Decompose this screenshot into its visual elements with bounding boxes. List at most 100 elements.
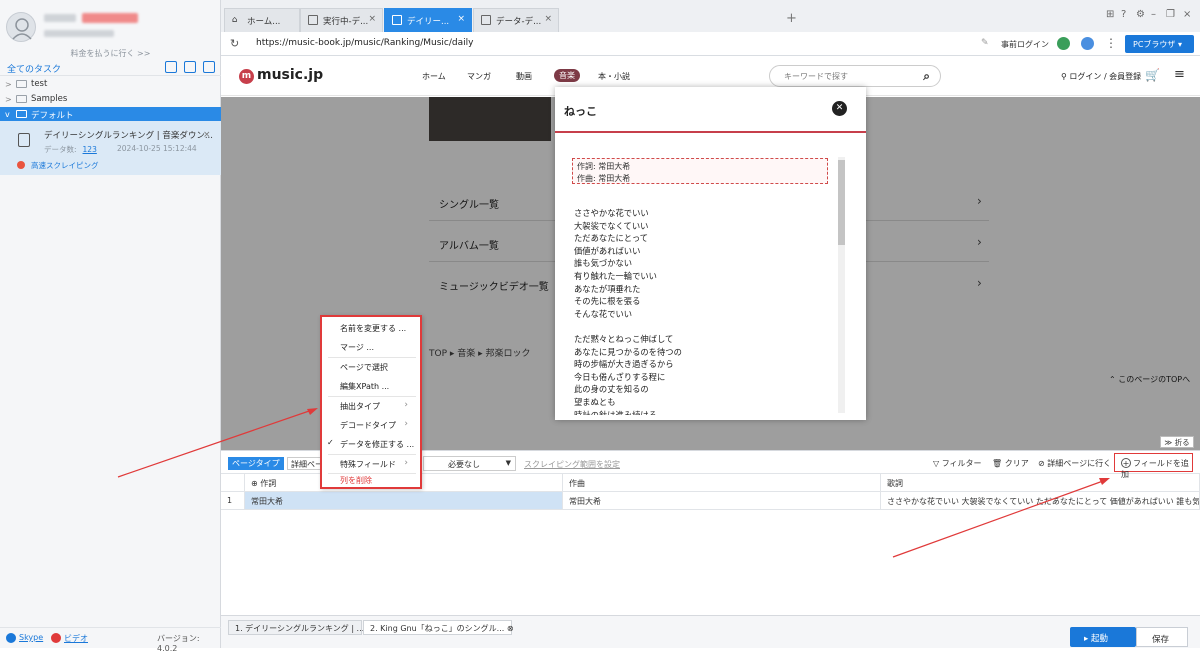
start-button[interactable]: ▸ 起動	[1070, 627, 1136, 647]
scrape-range-link[interactable]: スクレイピング範囲を設定	[524, 459, 620, 470]
close-icon[interactable]: ×	[368, 14, 376, 24]
help-icon[interactable]: ?	[1121, 9, 1126, 20]
menu-icon[interactable]: ≡	[1174, 67, 1185, 82]
extension-icon[interactable]	[1057, 37, 1070, 50]
close-icon[interactable]: ⊗	[507, 624, 514, 633]
menu-fix-data[interactable]: ✓ データを修正する ...	[322, 435, 420, 454]
restore-icon[interactable]: ❐	[1166, 9, 1175, 20]
task-card[interactable]: デイリーシングルランキング | 音楽ダウン... × データ数: 123 2024…	[0, 121, 221, 175]
address-bar: ↻ https://music-book.jp/music/Ranking/Mu…	[221, 32, 1200, 56]
table-cell[interactable]: 常田大希	[563, 492, 881, 510]
folder-icon	[16, 110, 27, 118]
add-field-button[interactable]: + フィールドを追加	[1114, 453, 1193, 479]
search-task-icon[interactable]	[203, 61, 215, 73]
search-icon[interactable]: ⌕	[923, 69, 930, 84]
edit-icon[interactable]: ✎	[981, 38, 989, 48]
nav-manga[interactable]: マンガ	[467, 71, 491, 82]
workflow-tab-2[interactable]: 2. King Gnu「ねっこ」のシングル... ⊗	[363, 620, 514, 635]
import-icon[interactable]	[165, 61, 177, 73]
tab-running[interactable]: 実行中-デ... ×	[300, 8, 383, 32]
username-redacted	[44, 14, 76, 22]
gear-icon[interactable]: ⚙	[1136, 9, 1145, 20]
pc-browser-button[interactable]: PCブラウザ ▾	[1125, 35, 1194, 53]
chevron-down-icon: ▼	[505, 459, 511, 467]
page-icon	[481, 15, 491, 25]
sidebar-footer: Skype ビデオ バージョン: 4.0.2	[0, 627, 221, 653]
site-login-link[interactable]: ⚲ ログイン / 会員登録	[1061, 71, 1141, 82]
menu-select-in-page[interactable]: ページで選択	[322, 358, 420, 377]
avatar[interactable]	[6, 12, 36, 42]
nav-music[interactable]: 音楽	[554, 69, 580, 82]
chevron-right-icon: ›	[404, 400, 408, 410]
menu-merge[interactable]: マージ ...	[322, 338, 420, 357]
task-mode: 高速スクレイピング	[17, 160, 99, 171]
close-icon[interactable]: ×	[203, 130, 211, 140]
target-icon: ⊕	[251, 479, 258, 488]
skype-link[interactable]: Skype	[19, 633, 43, 642]
clear-button[interactable]: 🗑 クリア	[992, 458, 1029, 469]
chevron-right-icon: >	[5, 95, 12, 104]
column-header-composer[interactable]: 作曲	[563, 474, 881, 492]
nav-video[interactable]: 動画	[516, 71, 532, 82]
table-cell[interactable]: ささやかな花でいい 大袈裟でなくていい ただあなたにとって 価値があればいい 誰…	[881, 492, 1200, 510]
minimize-icon[interactable]: –	[1151, 9, 1156, 20]
tab-daily[interactable]: デイリー... ×	[384, 8, 472, 32]
menu-rename[interactable]: 名前を変更する ...	[322, 319, 420, 338]
cart-icon[interactable]: 🛒	[1145, 68, 1160, 82]
chevron-right-icon: ›	[404, 458, 408, 468]
folder-icon	[16, 80, 27, 88]
save-button[interactable]: 保存	[1136, 627, 1188, 647]
necessity-select[interactable]: 必要なし ▼	[423, 456, 516, 471]
sidebar: 料金を払うに行く >> 全てのタスク > test > Samples v デフ…	[0, 0, 221, 653]
tree-item-test[interactable]: > test	[0, 77, 221, 92]
context-menu: 名前を変更する ... マージ ... ページで選択 編集XPath ... 抽…	[320, 315, 422, 489]
table-cell[interactable]: 常田大希	[245, 492, 563, 510]
home-icon: ⌂	[232, 15, 238, 25]
tree-item-samples[interactable]: > Samples	[0, 92, 221, 107]
site-logo[interactable]: m music.jp	[239, 67, 323, 84]
page-icon	[308, 15, 318, 25]
modal-scrollbar[interactable]	[838, 157, 845, 413]
tab-home[interactable]: ⌂ ホーム...	[224, 8, 300, 32]
user-icon[interactable]	[1081, 37, 1094, 50]
goto-detail-button[interactable]: ⊘ 詳細ページに行く	[1038, 458, 1111, 469]
menu-edit-xpath[interactable]: 編集XPath ...	[322, 377, 420, 396]
prelogin-button[interactable]: 事前ログイン	[1001, 39, 1049, 50]
new-tab-icon[interactable]: +	[786, 11, 797, 26]
chevron-down-icon: v	[5, 110, 10, 119]
new-task-icon[interactable]	[184, 61, 196, 73]
check-icon: ✓	[327, 438, 334, 447]
task-title[interactable]: デイリーシングルランキング | 音楽ダウン...	[44, 129, 213, 141]
scroll-thumb[interactable]	[838, 160, 845, 245]
collapse-button[interactable]: ≫ 折る	[1160, 436, 1194, 448]
video-link[interactable]: ビデオ	[64, 633, 88, 644]
nav-home[interactable]: ホーム	[422, 71, 446, 82]
url-field[interactable]: https://music-book.jp/music/Ranking/Musi…	[256, 38, 473, 48]
pay-link[interactable]: 料金を払うに行く >>	[0, 48, 221, 59]
menu-decode-type[interactable]: デコードタイプ ›	[322, 416, 420, 435]
tab-data[interactable]: データ-デ... ×	[473, 8, 559, 32]
filter-button[interactable]: ▽ フィルター	[933, 458, 982, 469]
menu-delete-column[interactable]: 列を削除	[322, 471, 420, 490]
detail-page-select[interactable]: 詳細ページ	[287, 457, 323, 470]
nav-books[interactable]: 本・小説	[598, 71, 630, 82]
table-empty-area	[221, 511, 1200, 615]
site-search-input[interactable]: キーワードで探す ⌕	[769, 65, 941, 87]
reload-icon[interactable]: ↻	[230, 37, 239, 50]
version-label: バージョン: 4.0.2	[157, 634, 200, 653]
window-close-icon[interactable]: ×	[1183, 9, 1191, 20]
close-icon[interactable]: ×	[544, 14, 552, 24]
tree-item-default[interactable]: v デフォルト	[0, 107, 221, 122]
gift-icon[interactable]: ⊞	[1106, 9, 1114, 20]
workflow-tab-1[interactable]: 1. デイリーシングルランキング | ...	[228, 620, 364, 635]
task-count-link[interactable]: 123	[83, 145, 97, 154]
credits-box[interactable]: 作詞: 常田大希 作曲: 常田大希	[572, 158, 828, 184]
index-header	[221, 474, 245, 492]
close-icon[interactable]: ✕	[832, 101, 847, 116]
column-header-lyrics[interactable]: 歌詞	[881, 474, 1200, 492]
more-icon[interactable]: ⋮	[1105, 36, 1117, 50]
menu-extract-type[interactable]: 抽出タイプ ›	[322, 397, 420, 416]
modal-title: ねっこ	[564, 105, 597, 118]
close-icon[interactable]: ×	[457, 14, 465, 24]
all-tasks-label[interactable]: 全てのタスク	[7, 62, 61, 75]
